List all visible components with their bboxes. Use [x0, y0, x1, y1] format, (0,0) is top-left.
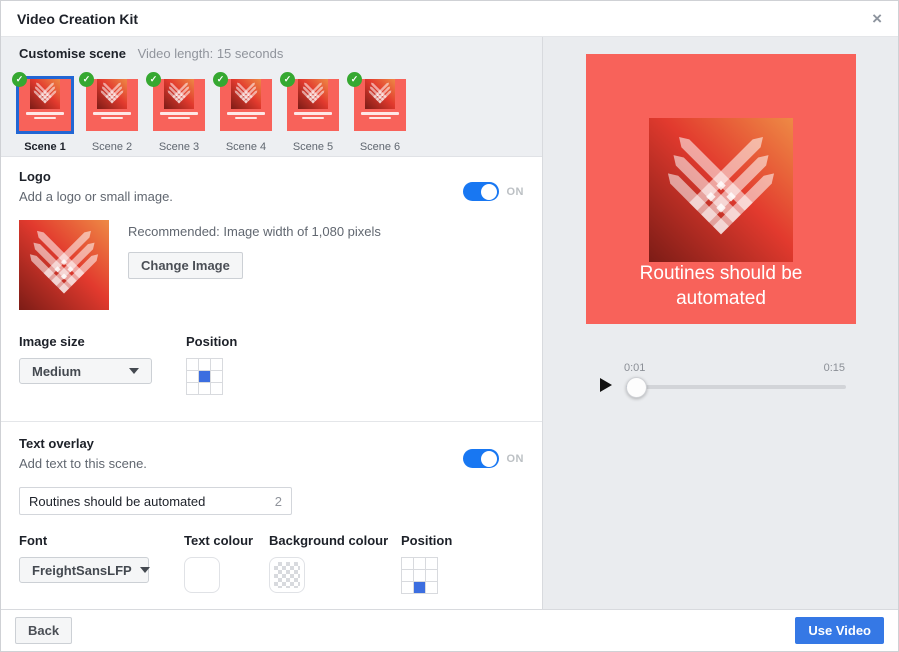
logo-section: Logo Add a logo or small image. ON Recom…	[1, 157, 542, 421]
preview-overlay-text: Routines should be automated	[639, 263, 803, 309]
recommended-size-text: Recommended: Image width of 1,080 pixels	[128, 224, 381, 239]
text-overlay-section: Text overlay Add text to this scene. ON …	[1, 421, 542, 614]
scene-thumbnail-4[interactable]: ✓ Scene 4	[213, 72, 272, 153]
check-icon: ✓	[79, 72, 94, 87]
text-colour-label: Text colour	[184, 533, 254, 548]
scene-thumbnail-2[interactable]: ✓ Scene 2	[79, 72, 138, 153]
font-dropdown[interactable]: FreightSansLFP	[19, 557, 150, 583]
logo-position-label: Position	[186, 334, 238, 349]
background-colour-swatch[interactable]	[269, 557, 305, 593]
scene-label: Scene 6	[359, 141, 401, 153]
customise-scene-heading: Customise scene	[19, 46, 126, 61]
use-video-button[interactable]: Use Video	[795, 617, 884, 644]
scene-thumbnail-1[interactable]: ✓ Scene 1	[12, 72, 74, 153]
overlay-text-input[interactable]	[29, 493, 269, 509]
scene-logo-image	[97, 79, 127, 109]
scene-thumbnails: ✓ Scene 1 ✓ Scene 2 ✓ Scene 3 ✓ Scene 4 …	[12, 72, 542, 153]
check-icon: ✓	[347, 72, 362, 87]
logo-position-selected-cell[interactable]	[199, 371, 210, 382]
scene-label: Scene 1	[24, 141, 66, 153]
seek-thumb[interactable]	[626, 377, 647, 398]
overlay-text-counter: 2	[274, 493, 282, 509]
check-icon: ✓	[280, 72, 295, 87]
toggle-knob-icon	[480, 183, 497, 200]
logo-image	[19, 220, 109, 310]
logo-section-subtitle: Add a logo or small image.	[19, 189, 173, 204]
back-button[interactable]: Back	[15, 617, 73, 644]
caret-down-icon	[139, 567, 150, 573]
change-image-button[interactable]: Change Image	[128, 252, 243, 279]
scene-thumbnail-6[interactable]: ✓ Scene 6	[347, 72, 406, 153]
text-position-label: Position	[401, 533, 453, 548]
font-label: Font	[19, 533, 48, 548]
logo-section-title: Logo	[19, 169, 51, 184]
image-size-label: Image size	[19, 334, 85, 349]
video-preview: Routines should be automated	[586, 54, 856, 324]
scene-label: Scene 3	[158, 141, 200, 153]
toggle-knob-icon	[480, 450, 497, 467]
video-creation-kit-modal: Video Creation Kit × Customise scene Vid…	[0, 0, 899, 652]
modal-header: Video Creation Kit ×	[1, 1, 898, 37]
scene-logo-image	[30, 79, 60, 109]
scene-label: Scene 5	[292, 141, 334, 153]
logo-position-grid[interactable]	[186, 358, 223, 395]
video-length-label: Video length: 15 seconds	[137, 46, 284, 61]
scene-logo-image	[164, 79, 194, 109]
overlay-text-field-wrap: 2	[19, 487, 292, 515]
background-colour-label: Background colour	[269, 533, 389, 548]
text-overlay-title: Text overlay	[19, 436, 94, 451]
scene-thumbnail-5[interactable]: ✓ Scene 5	[280, 72, 339, 153]
image-size-dropdown[interactable]: Medium	[19, 358, 152, 384]
text-position-grid[interactable]	[401, 557, 438, 594]
modal-footer: Back Use Video	[1, 609, 898, 651]
seek-bar[interactable]	[626, 385, 846, 389]
check-icon: ✓	[213, 72, 228, 87]
text-overlay-toggle[interactable]	[462, 449, 499, 468]
preview-logo-image	[649, 118, 793, 262]
logo-toggle[interactable]	[462, 182, 499, 201]
text-overlay-subtitle: Add text to this scene.	[19, 456, 147, 471]
scene-thumbnail-3[interactable]: ✓ Scene 3	[146, 72, 205, 153]
check-icon: ✓	[146, 72, 161, 87]
check-icon: ✓	[12, 72, 27, 87]
scene-logo-image	[298, 79, 328, 109]
close-icon[interactable]: ×	[872, 10, 882, 27]
scene-label: Scene 4	[225, 141, 267, 153]
modal-title: Video Creation Kit	[17, 10, 139, 27]
scene-label: Scene 2	[91, 141, 133, 153]
preview-panel: Routines should be automated 0:01 0:15	[543, 37, 898, 609]
total-time: 0:15	[823, 362, 845, 374]
text-colour-swatch[interactable]	[184, 557, 220, 593]
logo-toggle-state: ON	[506, 185, 524, 198]
scene-logo-image	[365, 79, 395, 109]
scene-logo-image	[231, 79, 261, 109]
text-overlay-toggle-state: ON	[506, 452, 524, 465]
font-value: FreightSansLFP	[32, 562, 132, 578]
left-panel: Customise scene Video length: 15 seconds…	[1, 37, 543, 609]
text-position-selected-cell[interactable]	[414, 582, 425, 593]
caret-down-icon	[129, 368, 139, 374]
image-size-value: Medium	[32, 363, 82, 379]
scene-strip: Customise scene Video length: 15 seconds…	[1, 37, 542, 157]
current-time: 0:01	[624, 362, 646, 374]
play-icon[interactable]	[600, 378, 612, 392]
